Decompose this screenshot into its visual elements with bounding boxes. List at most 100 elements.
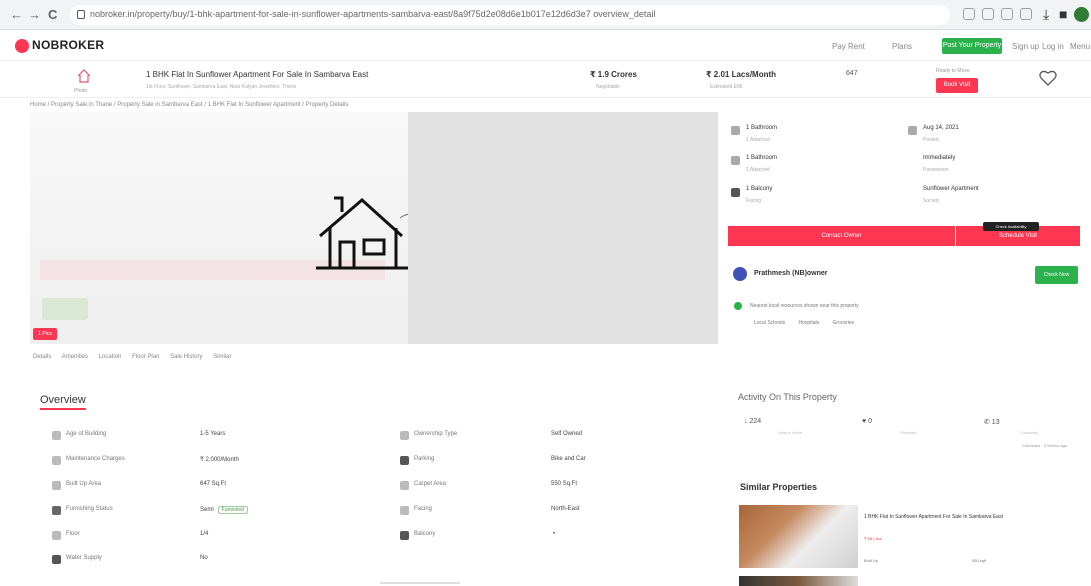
zoom-icon[interactable] [982,8,994,20]
header-link-signup[interactable]: Sign up [1012,42,1039,51]
tab-similar[interactable]: Similar [213,354,231,360]
tab-sale-history[interactable]: Sale History [170,354,202,360]
activity-timestamp: Contacted · 3 Weeks ago [1022,443,1068,448]
similar-heading: Similar Properties [740,482,818,492]
fact-value: 1 Bathroom [746,125,778,131]
share-icon[interactable] [963,8,975,20]
heart-icon[interactable] [1038,68,1058,88]
similar-property-image[interactable] [739,505,858,568]
fact-value: Sunflower Apartment [923,186,979,192]
fact-sub: Society [923,198,940,204]
ownership-icon [400,431,409,440]
back-icon[interactable]: ← [10,7,23,23]
overview-value: No [200,555,208,561]
browser-toolbar: ← → C nobroker.in/property/buy/1-bhk-apa… [0,0,1091,30]
overview-label: Facing [414,506,433,512]
breadcrumb[interactable]: Home / Property Sale in Thane / Property… [30,102,348,108]
parking-icon [400,456,409,465]
property-area: 647 [846,70,858,77]
header-link-pay-rent[interactable]: Pay Rent [832,42,865,51]
header-link-plans[interactable]: Plans [892,42,912,51]
post-property-button[interactable]: Post Your Property [942,38,1002,54]
download-icon[interactable]: ⤓ [1043,6,1049,23]
photo-gallery[interactable] [30,112,718,344]
overview-value: 1-5 Years [200,431,226,437]
similar-property-title[interactable]: 1 BHK Flat In Sunflower Apartment For Sa… [864,514,1003,520]
site-header: NOBROKER Pay Rent Plans Post Your Proper… [0,31,1091,61]
similar-property-meta: Built Up [864,558,879,563]
furnishing-value: Semi [200,507,214,513]
address-bar[interactable]: nobroker.in/property/buy/1-bhk-apartment… [70,5,950,25]
property-emi: ₹ 2.01 Lacs/Month [706,70,777,79]
home-icon-label: Photo [74,88,88,94]
window-icon[interactable]: ■ [1059,6,1067,22]
similar-property-area: 550 sqft [972,558,987,563]
fact-sub: 1 Attached [746,167,770,173]
home-icon [77,69,91,83]
check-now-button[interactable]: Check Now [1035,266,1078,284]
tab-amenities[interactable]: Amenities [62,354,88,360]
section-tabs: Details Amenities Location Floor Plan Sa… [33,354,240,360]
building-age-icon [52,431,61,440]
similar-property-image[interactable] [739,576,858,586]
house-placeholder-icon [316,196,408,270]
contacted-count: ✆ 13 [984,419,1000,426]
overview-label: Floor [66,531,80,537]
header-link-login[interactable]: Log in [1042,42,1064,51]
reload-icon[interactable]: C [48,7,57,23]
overview-value: 1/4 [200,531,209,537]
overview-value: 647 Sq.Ft [200,481,227,487]
logo-text[interactable]: NOBROKER [32,38,104,52]
contacted-label: Contacted [1020,430,1039,435]
property-title: 1 BHK Flat In Sunflower Apartment For Sa… [146,70,369,79]
fact-value: 1 Bathroom [746,155,778,161]
water-supply-icon [52,555,61,564]
overview-value: ₹ 2,000/Month [200,457,239,463]
availability-label: Ready to Move [936,68,970,74]
header-link-menu[interactable]: Menu [1070,42,1090,51]
fact-sub: 1 Attached [746,137,770,143]
fact-sub: Possession [923,167,949,173]
tab-details[interactable]: Details [33,354,51,360]
availability-tooltip: Check Availability [983,222,1039,231]
overview-label: Maintenance Charges [66,456,125,462]
overview-row: Built Up Area 647 Sq.Ft Carpet Area 550 … [0,478,720,498]
overview-row: Floor 1/4 Balcony • [0,528,720,548]
owner-name: Prathmesh (NB)owner [754,270,828,277]
fact-sub: Posted [923,137,939,143]
fact-value: Immediately [923,155,956,161]
overview-label: Parking [414,456,435,462]
photo-count-badge[interactable]: 1 Pics [33,328,57,340]
bathroom-icon [731,126,740,135]
overview-value: 550 Sq.Ft [551,481,578,487]
fact-sub: Facing [746,198,762,204]
overview-label: Ownership Type [414,431,458,437]
book-visit-button[interactable]: Book Visit [936,78,978,93]
views-label: Unique Views [778,430,803,435]
tag-groceries[interactable]: Groceries [833,320,855,326]
tab-location[interactable]: Location [99,354,122,360]
tab-floor-plan[interactable]: Floor Plan [132,354,159,360]
overview-label: Furnishing Status [66,506,113,512]
overview-label: Water Supply [66,555,102,561]
tag-schools[interactable]: Local Schools [754,320,785,326]
facing-icon [400,506,409,515]
carpet-icon [400,481,409,490]
area-icon [52,481,61,490]
owner-avatar [733,267,747,281]
gallery-side-image[interactable] [408,112,718,344]
property-price: ₹ 1.9 Crores [590,70,637,79]
forward-icon[interactable]: → [28,7,41,23]
tag-hospitals[interactable]: Hospitals [799,320,820,326]
floor-icon [52,531,61,540]
profile-avatar[interactable] [1074,7,1089,22]
check-icon [734,302,742,310]
overview-row: Age of Building 1-5 Years Ownership Type… [0,428,720,448]
image-overlay-logo [42,298,88,320]
star-icon[interactable] [1020,8,1032,20]
contact-owner-button[interactable]: Contact Owner [728,226,956,246]
extensions-icon[interactable] [1001,8,1013,20]
overview-value: Semi Furnished [200,506,248,514]
shortlist-label: Shortlists [900,430,917,435]
overview-value: Self Owned [551,431,583,437]
